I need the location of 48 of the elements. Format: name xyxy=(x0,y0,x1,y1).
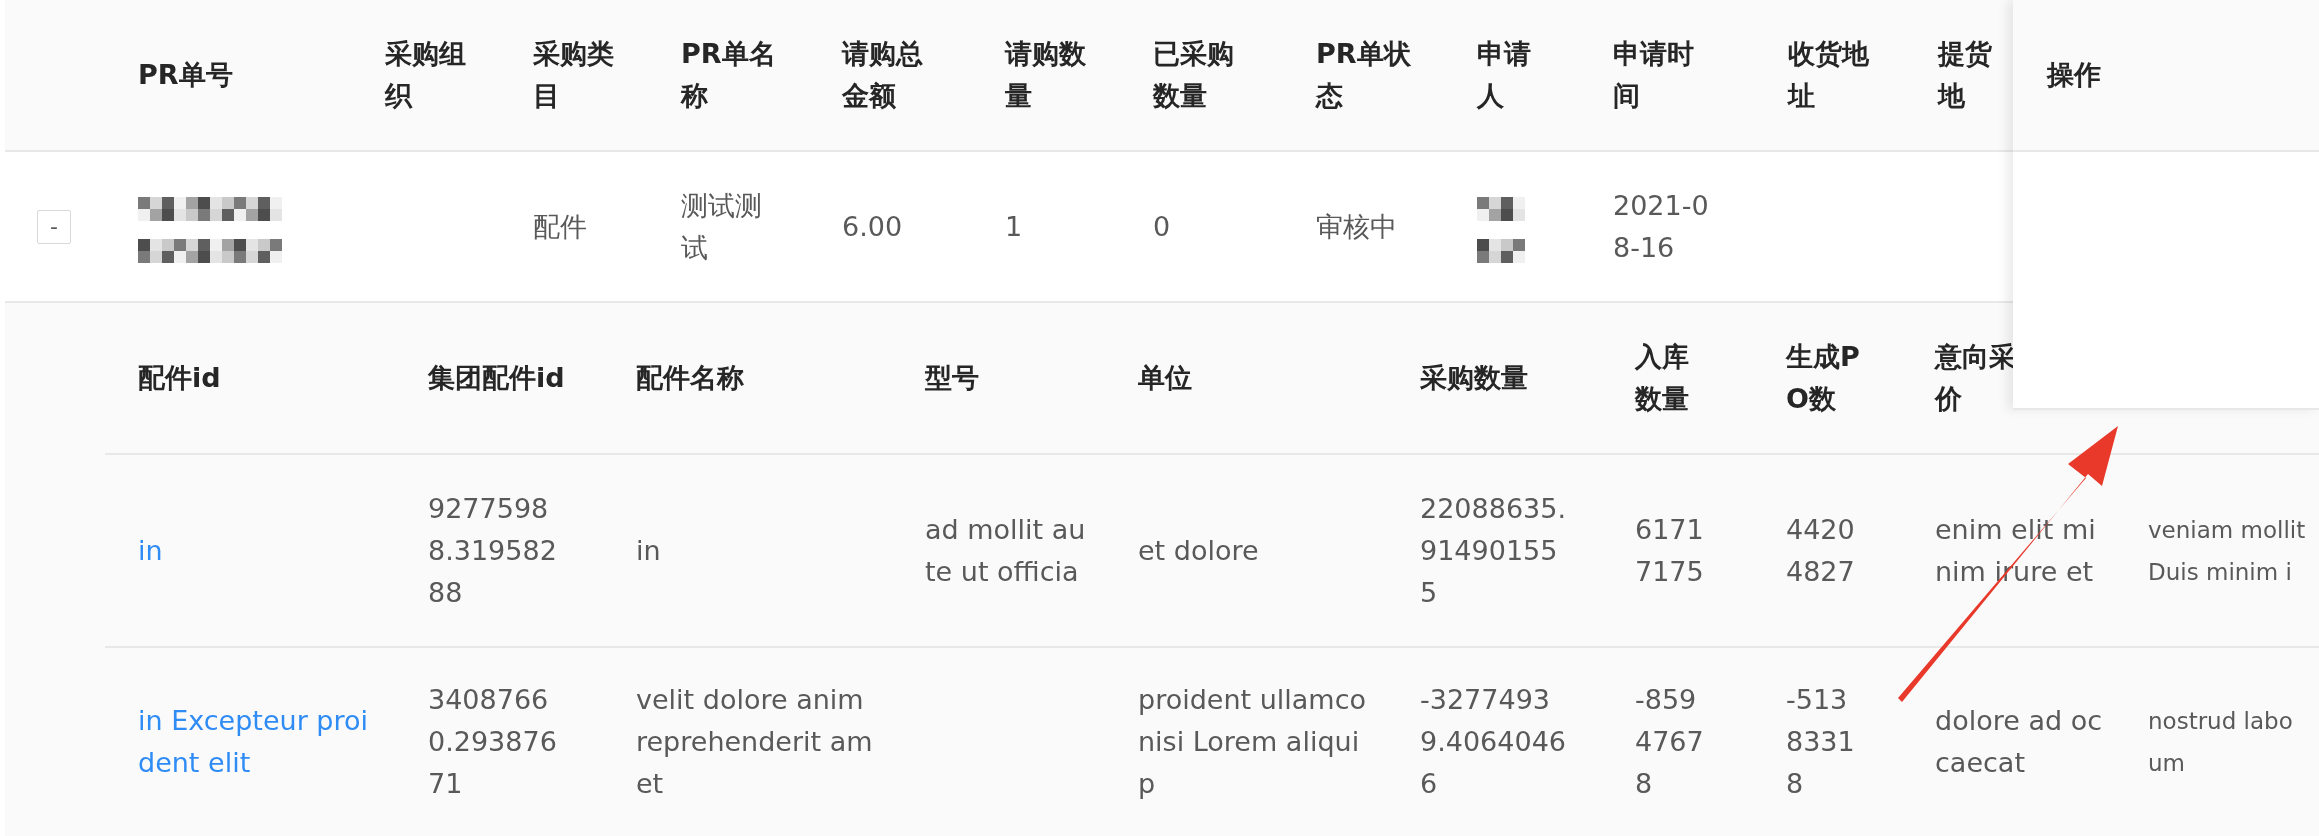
column-header: 集团配件id xyxy=(428,361,565,395)
table-cell-text: 34087660.29387671 xyxy=(428,683,558,801)
column-header: 请购数量 xyxy=(1005,37,1087,113)
column-header: 提货地 xyxy=(1938,37,1993,113)
column-header: 采购类目 xyxy=(533,37,615,113)
table-cell-text: -51383318 xyxy=(1786,683,1856,801)
column-header: 入库数量 xyxy=(1635,340,1690,416)
column-header: 单位 xyxy=(1138,361,1192,395)
table-cell-text: 22088635.914901555 xyxy=(1420,491,1567,610)
part-id-link[interactable]: in Excepteur proident elit xyxy=(138,700,378,784)
table-cell-text: ad mollit aute ut officia xyxy=(925,512,1087,589)
column-header: 生成PO数 xyxy=(1786,340,1861,416)
table-cell-text: 61717175 xyxy=(1635,512,1705,589)
part-id-link[interactable]: in xyxy=(138,529,163,572)
table-cell-text: 1 xyxy=(1005,209,1023,244)
table-cell-text: 审核中 xyxy=(1316,209,1397,244)
column-header: 操作 xyxy=(2047,58,2101,92)
table-cell-text: veniam mollit Duis minim i xyxy=(2148,515,2306,587)
table-cell-text: 2021-08-16 xyxy=(1613,188,1710,265)
column-header: 请购总金额 xyxy=(842,37,924,113)
column-header: 采购数量 xyxy=(1420,361,1528,395)
table-cell-text: -85947678 xyxy=(1635,683,1705,801)
column-header: 已采购数量 xyxy=(1153,37,1235,113)
table-cell-text: 92775988.31958288 xyxy=(428,491,558,610)
column-header: 申请时间 xyxy=(1613,37,1695,113)
table-cell-text: in xyxy=(636,533,661,568)
table-cell-text: 6.00 xyxy=(842,209,903,244)
table-cell-text: velit dolore anim reprehenderit amet xyxy=(636,683,874,801)
column-header: PR单号 xyxy=(138,58,233,92)
table-cell-text: 44204827 xyxy=(1786,512,1856,589)
table-cell-text: -32774939.40640466 xyxy=(1420,683,1567,801)
table-cell-text: proident ullamco nisi Lorem aliquip xyxy=(1138,683,1368,801)
table-cell-text: nostrud labo um xyxy=(2148,707,2293,778)
column-header: 采购组织 xyxy=(385,37,467,113)
column-header: 意向采价 xyxy=(1935,340,2017,416)
column-header: 型号 xyxy=(925,361,979,395)
table-cell-text: 0 xyxy=(1153,209,1171,244)
collapse-toggle[interactable]: - xyxy=(37,209,71,244)
column-header: 配件id xyxy=(138,361,221,395)
table-cell-text: 测试测试 xyxy=(681,188,763,265)
column-header: 收货地址 xyxy=(1788,37,1870,113)
table-cell-text: et dolore xyxy=(1138,533,1259,568)
table-cell-text: 配件 xyxy=(533,209,587,244)
column-header: PR单名称 xyxy=(681,37,776,113)
column-header: 配件名称 xyxy=(636,361,744,395)
table-cell-text: dolore ad occaecat xyxy=(1935,704,2103,780)
column-header: 申请人 xyxy=(1477,37,1532,113)
column-header: PR单状态 xyxy=(1316,37,1411,113)
